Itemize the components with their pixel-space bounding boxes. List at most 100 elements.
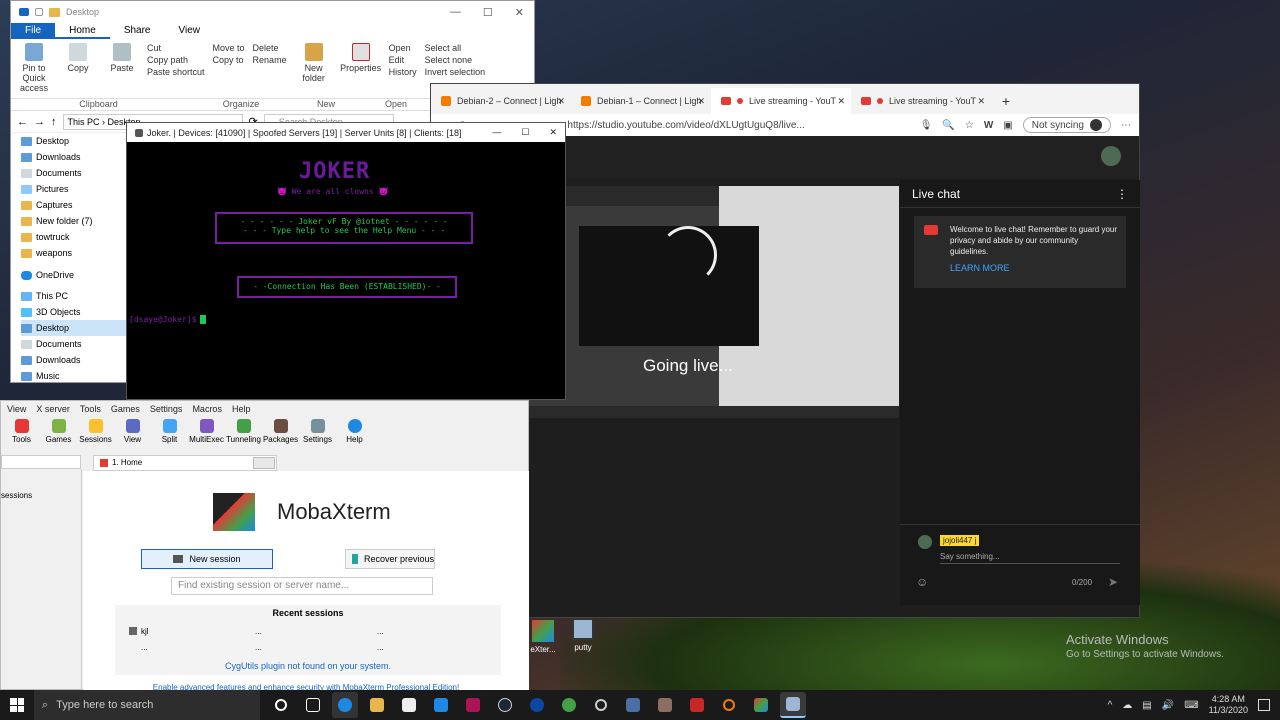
address-segment[interactable]: This PC bbox=[68, 117, 100, 127]
open-button[interactable]: Open bbox=[389, 43, 417, 53]
clock[interactable]: 4:28 AM 11/3/2020 bbox=[1209, 694, 1248, 716]
media-app-icon[interactable] bbox=[460, 692, 486, 718]
language-icon[interactable]: ⌨ bbox=[1184, 700, 1198, 711]
maximize-icon[interactable]: ☐ bbox=[521, 127, 529, 138]
copy-button[interactable]: Copy bbox=[59, 43, 97, 94]
recent-item[interactable]: ... bbox=[255, 643, 262, 652]
menu-settings[interactable]: Settings bbox=[150, 401, 183, 417]
chat-input[interactable]: Say something... bbox=[940, 552, 1120, 564]
rename-button[interactable]: Rename bbox=[253, 55, 287, 65]
tab-home[interactable]: Home bbox=[55, 23, 110, 39]
winrar-icon[interactable] bbox=[652, 692, 678, 718]
xbox-icon[interactable] bbox=[556, 692, 582, 718]
up-icon[interactable]: ↑ bbox=[51, 116, 57, 128]
menu-xserver[interactable]: X server bbox=[36, 401, 70, 417]
zoom-icon[interactable]: 🔍 bbox=[942, 120, 954, 131]
delete-button[interactable]: Delete bbox=[253, 43, 287, 53]
properties-icon[interactable] bbox=[35, 8, 43, 16]
select-all-button[interactable]: Select all bbox=[425, 43, 486, 53]
menu-macros[interactable]: Macros bbox=[192, 401, 222, 417]
new-folder-button[interactable]: New folder bbox=[295, 43, 333, 94]
browser-tab[interactable]: Live streaming - YouT ✕ bbox=[851, 88, 991, 114]
session-search-input[interactable]: Find existing session or server name... bbox=[171, 577, 433, 595]
close-tab-icon[interactable]: ✕ bbox=[557, 96, 565, 107]
sync-button[interactable]: Not syncing bbox=[1022, 117, 1111, 133]
volume-icon[interactable]: 🔊 bbox=[1162, 700, 1174, 711]
sessions-button[interactable]: Sessions bbox=[79, 417, 112, 453]
tab-file[interactable]: File bbox=[11, 23, 56, 39]
recover-session-button[interactable]: Recover previous bbox=[345, 549, 435, 569]
close-tab-icon[interactable]: ✕ bbox=[977, 96, 985, 107]
emoji-icon[interactable]: ☺ bbox=[916, 575, 928, 589]
extension-icon[interactable]: W bbox=[984, 120, 993, 131]
recent-item[interactable]: ... bbox=[377, 643, 384, 652]
games-button[interactable]: Games bbox=[42, 417, 75, 453]
tab-view[interactable]: View bbox=[165, 23, 215, 39]
tray-overflow-icon[interactable]: ^ bbox=[1108, 700, 1113, 711]
sessions-tree-label[interactable]: sessions bbox=[1, 491, 32, 500]
paste-shortcut-button[interactable]: Paste shortcut bbox=[147, 67, 205, 77]
send-icon[interactable]: ➤ bbox=[1108, 575, 1118, 589]
edit-button[interactable]: Edit bbox=[389, 55, 417, 65]
packages-button[interactable]: Packages bbox=[263, 417, 298, 453]
more-icon[interactable]: ⋯ bbox=[1121, 120, 1131, 131]
cloud-icon[interactable]: ☁ bbox=[1122, 700, 1132, 711]
browser-tab-active[interactable]: Live streaming - YouT ✕ bbox=[711, 88, 851, 114]
split-button[interactable]: Split bbox=[153, 417, 186, 453]
properties-button[interactable]: Properties bbox=[339, 43, 383, 94]
learn-more-link[interactable]: LEARN MORE bbox=[950, 263, 1118, 274]
task-view-icon[interactable] bbox=[300, 692, 326, 718]
cortana-icon[interactable] bbox=[268, 692, 294, 718]
paste-button[interactable]: Paste bbox=[103, 43, 141, 94]
close-tab-icon[interactable]: ✕ bbox=[697, 96, 705, 107]
mail-icon[interactable] bbox=[428, 692, 454, 718]
home-tab[interactable]: 1. Home bbox=[93, 455, 277, 471]
store-icon[interactable] bbox=[396, 692, 422, 718]
recent-item[interactable]: kjl bbox=[129, 627, 149, 636]
back-icon[interactable]: ← bbox=[17, 116, 28, 128]
forward-icon[interactable]: → bbox=[34, 116, 45, 128]
cut-button[interactable]: Cut bbox=[147, 43, 205, 53]
taskbar-search[interactable]: ⌕ Type here to search bbox=[34, 690, 260, 720]
menu-view[interactable]: View bbox=[7, 401, 26, 417]
tunneling-button[interactable]: Tunneling bbox=[226, 417, 261, 453]
history-button[interactable]: History bbox=[389, 67, 417, 77]
app-icon[interactable] bbox=[524, 692, 550, 718]
new-tab-icon[interactable]: + bbox=[991, 88, 1021, 114]
minimize-icon[interactable]: — bbox=[450, 6, 461, 19]
close-icon[interactable]: ✕ bbox=[549, 127, 557, 138]
edge-icon[interactable] bbox=[332, 692, 358, 718]
settings-button[interactable]: Settings bbox=[301, 417, 334, 453]
menu-games[interactable]: Games bbox=[111, 401, 140, 417]
close-icon[interactable]: ✕ bbox=[515, 6, 524, 19]
start-button[interactable] bbox=[0, 698, 34, 712]
settings-taskbar-icon[interactable] bbox=[588, 692, 614, 718]
invert-selection-button[interactable]: Invert selection bbox=[425, 67, 486, 77]
move-to-button[interactable]: Move to bbox=[213, 43, 245, 53]
mic-icon[interactable]: 🎙 bbox=[920, 120, 933, 131]
browser-tab[interactable]: Debian-1 – Connect | Ligh ✕ bbox=[571, 88, 711, 114]
recent-item[interactable]: ... bbox=[377, 627, 384, 636]
account-avatar[interactable] bbox=[1101, 146, 1121, 166]
antivirus-icon[interactable] bbox=[684, 692, 710, 718]
menu-tools[interactable]: Tools bbox=[80, 401, 101, 417]
tab-share[interactable]: Share bbox=[110, 23, 165, 39]
help-button[interactable]: Help bbox=[338, 417, 371, 453]
select-none-button[interactable]: Select none bbox=[425, 55, 486, 65]
recent-item[interactable]: ... bbox=[255, 627, 262, 636]
network-icon[interactable]: ▤ bbox=[1142, 700, 1151, 711]
recent-item[interactable]: ... bbox=[141, 643, 148, 652]
close-tab-icon[interactable]: ✕ bbox=[837, 96, 845, 107]
explorer-taskbar-icon[interactable] bbox=[364, 692, 390, 718]
cygutils-notice[interactable]: CygUtils plugin not found on your system… bbox=[115, 661, 501, 671]
desktop-icon-putty[interactable]: putty bbox=[566, 618, 600, 652]
headset-app-icon[interactable] bbox=[716, 692, 742, 718]
multiexec-button[interactable]: MultiExec bbox=[189, 417, 224, 453]
steam-icon[interactable] bbox=[492, 692, 518, 718]
session-search[interactable] bbox=[1, 455, 81, 469]
collections-icon[interactable]: ▣ bbox=[1003, 120, 1012, 131]
url-field[interactable]: https://studio.youtube.com/video/dXLUgtU… bbox=[567, 120, 909, 131]
new-tab-button[interactable] bbox=[253, 457, 275, 469]
new-session-button[interactable]: New session bbox=[141, 549, 273, 569]
notification-icon[interactable] bbox=[1258, 699, 1270, 711]
